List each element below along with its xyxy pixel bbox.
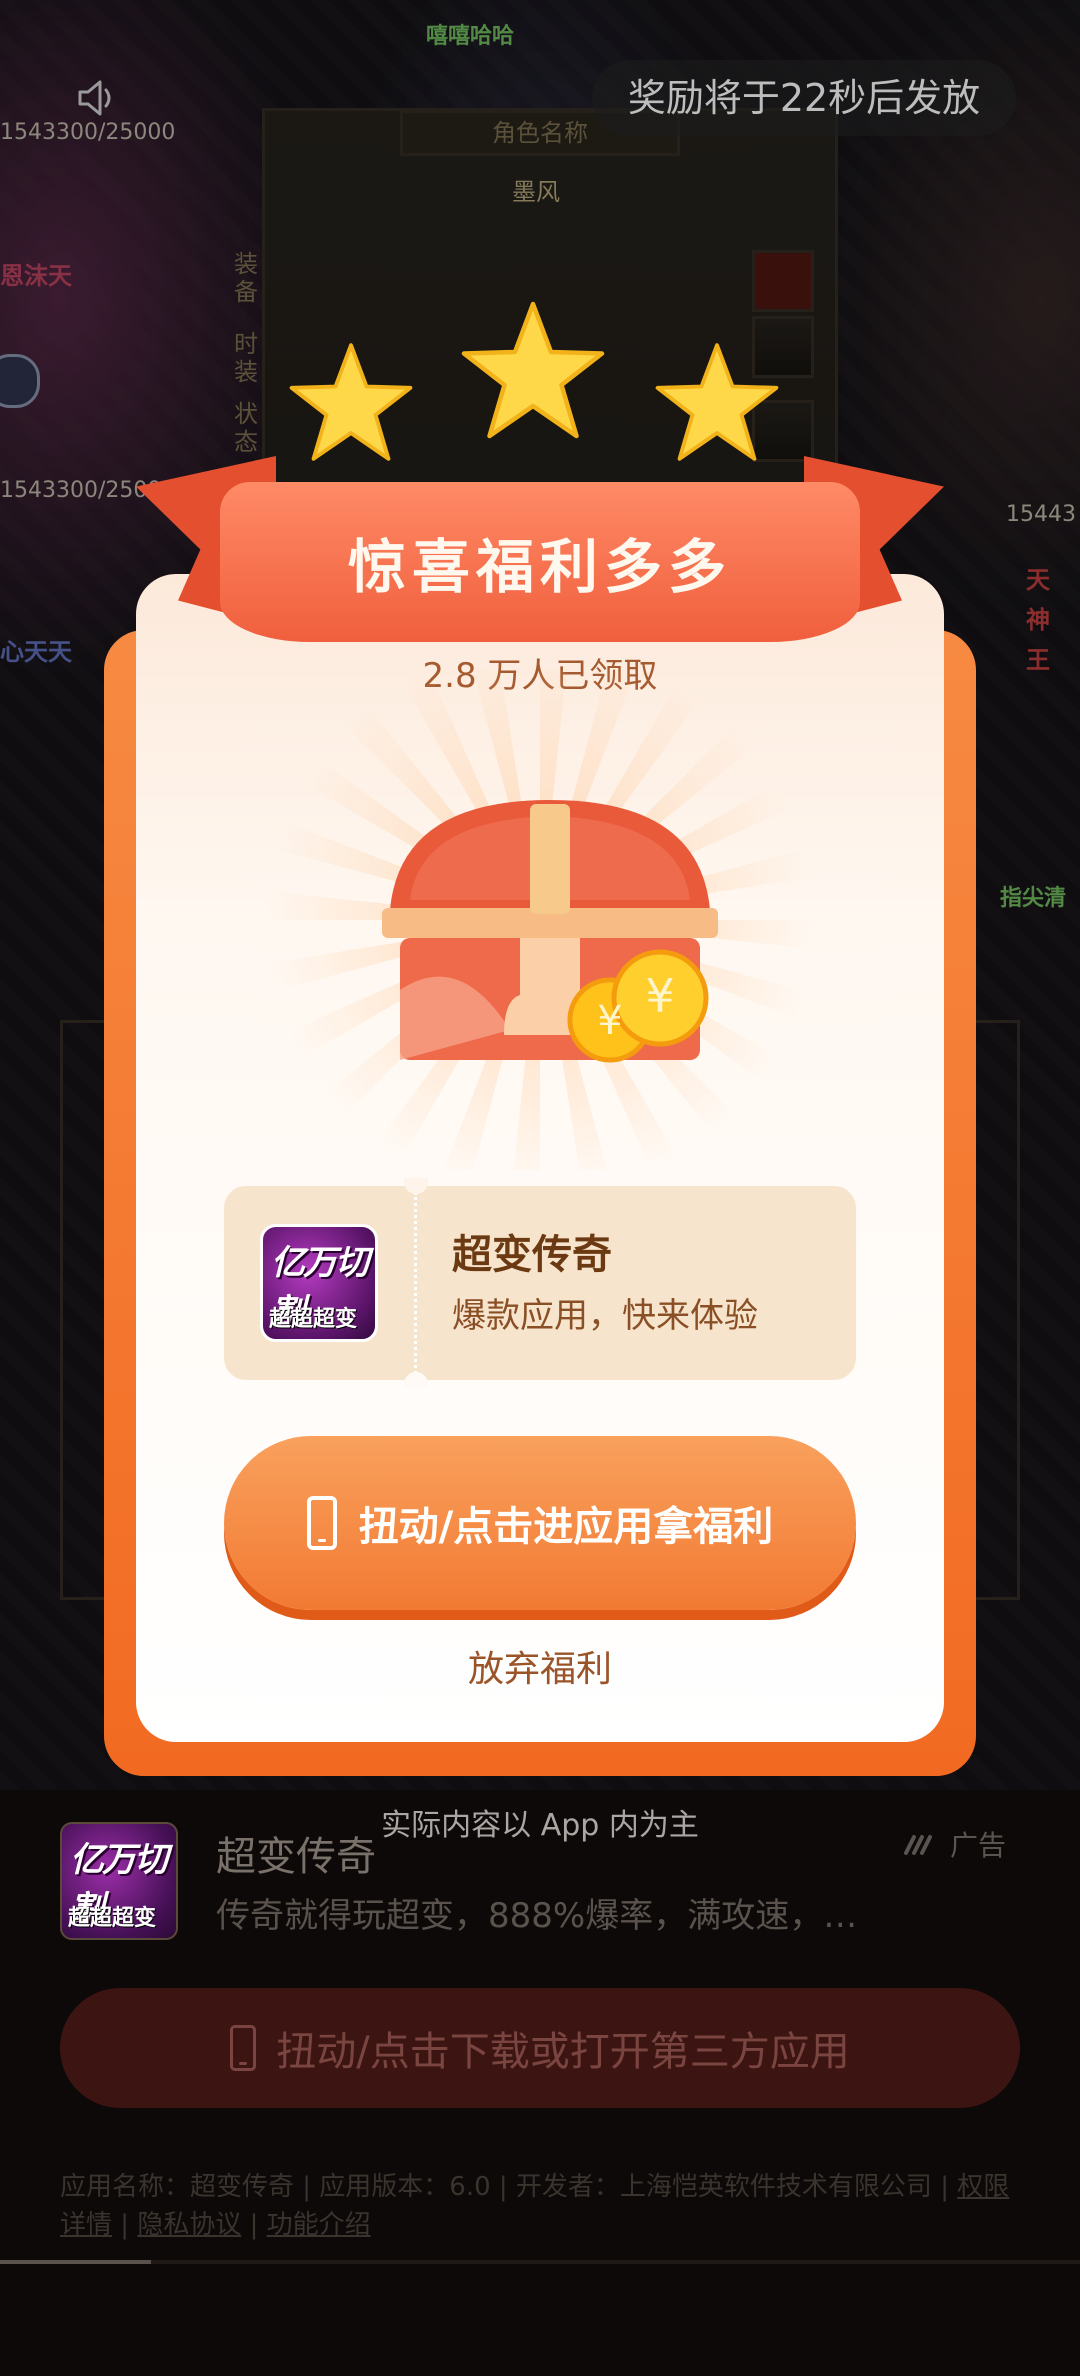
star-icon xyxy=(461,301,605,439)
app-icon-subtext: 超超超变 xyxy=(269,1307,358,1332)
svg-text:¥: ¥ xyxy=(645,969,674,1023)
star-icon xyxy=(655,343,779,461)
reward-countdown: 奖励将于22秒后发放 xyxy=(592,60,1016,136)
star-icon xyxy=(289,343,413,461)
dialog-title: 惊喜福利多多 xyxy=(347,533,732,601)
content-disclaimer: 实际内容以 App 内为主 xyxy=(381,1808,699,1843)
legal-separator: | xyxy=(112,2210,138,2240)
download-app-button-label: 扭动/点击下载或打开第三方应用 xyxy=(276,2029,850,2075)
app-icon[interactable]: 亿万切割 超超超变 xyxy=(260,1224,378,1342)
open-app-reward-button[interactable]: 扭动/点击进应用拿福利 xyxy=(224,1436,856,1610)
video-progress-bar xyxy=(0,2260,1080,2264)
ad-app-icon-subtext: 超超超变 xyxy=(68,1906,157,1931)
app-description: 爆款应用，快来体验 xyxy=(452,1296,758,1336)
legal-separator: | xyxy=(241,2210,267,2240)
treasure-chest-icon: ¥ ¥ xyxy=(382,800,718,1063)
app-legal-info: 应用名称：超变传奇 | 应用版本：6.0 | 开发者：上海恺英软件技术有限公司 … xyxy=(60,2168,1020,2244)
download-app-button[interactable]: 扭动/点击下载或打开第三方应用 xyxy=(60,1988,1020,2108)
features-link[interactable]: 功能介绍 xyxy=(267,2210,371,2240)
give-up-reward-link[interactable]: 放弃福利 xyxy=(136,1640,944,1692)
open-app-reward-button-label: 扭动/点击进应用拿福利 xyxy=(358,1504,774,1550)
legal-text: 应用名称：超变传奇 | 应用版本：6.0 | 开发者：上海恺英软件技术有限公司 … xyxy=(60,2172,958,2202)
phone-icon xyxy=(230,2025,257,2071)
title-ribbon: 惊喜福利多多 xyxy=(220,482,860,642)
video-progress-fill xyxy=(0,2260,152,2264)
ad-app-description: 传奇就得玩超变，888%爆率，满攻速，… xyxy=(216,1896,858,1936)
speaker-muted-icon[interactable] xyxy=(76,78,122,118)
svg-text:¥: ¥ xyxy=(597,998,622,1044)
phone-icon xyxy=(306,1496,337,1550)
card-divider xyxy=(414,1192,417,1374)
app-name: 超变传奇 xyxy=(452,1232,612,1278)
privacy-link[interactable]: 隐私协议 xyxy=(137,2210,241,2240)
